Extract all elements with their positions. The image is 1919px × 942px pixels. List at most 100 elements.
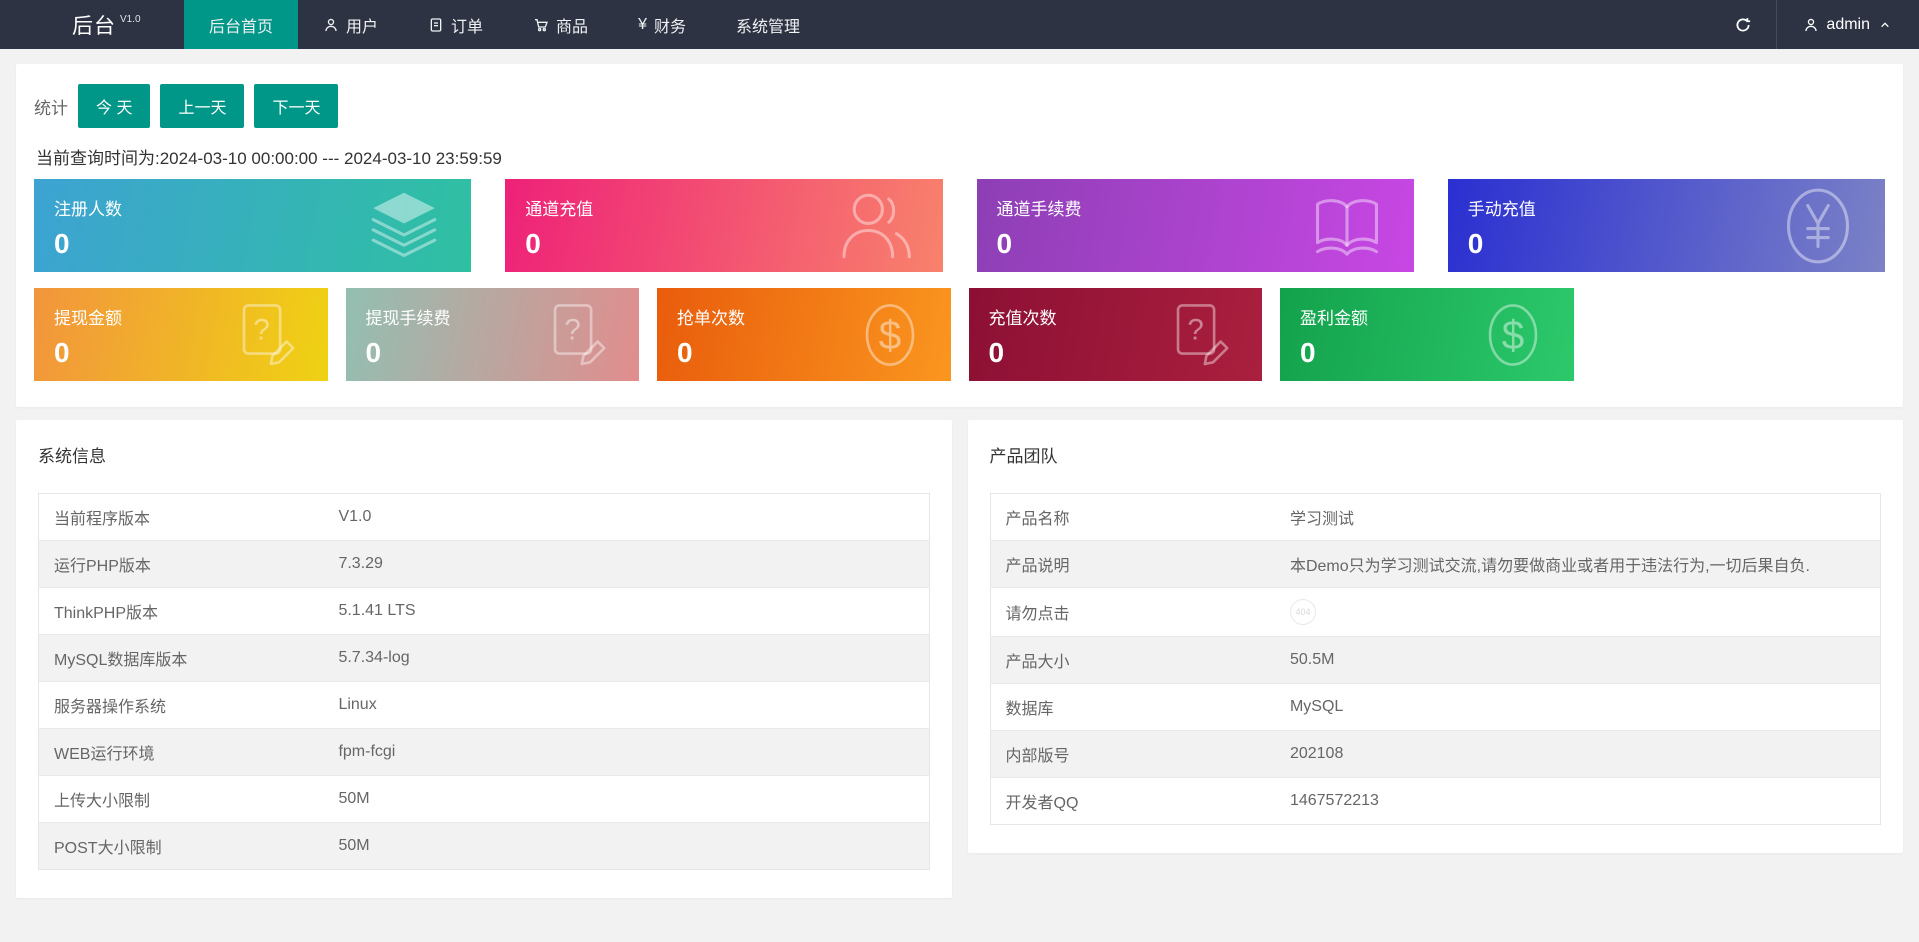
table-row: MySQL数据库版本 5.7.34-log bbox=[38, 634, 929, 682]
nav-item-orders[interactable]: 订单 bbox=[403, 0, 508, 49]
row-value: fpm-fcgi bbox=[323, 728, 929, 776]
user-icon bbox=[1805, 18, 1818, 31]
nav-item-label: 后台首页 bbox=[209, 18, 274, 36]
stat-card-profit-amount: 盈利金额 0 $ bbox=[1280, 288, 1574, 381]
book-icon bbox=[1306, 185, 1388, 267]
row-label: WEB运行环境 bbox=[38, 728, 324, 776]
row-value: 404 bbox=[1274, 587, 1881, 637]
yen-icon: ¥ bbox=[638, 15, 647, 33]
table-row: 产品说明 本Demo只为学习测试交流,请勿要做商业或者用于违法行为,一切后果自负. bbox=[990, 540, 1881, 588]
nav-item-label: 订单 bbox=[451, 18, 484, 36]
table-row: WEB运行环境 fpm-fcgi bbox=[38, 728, 929, 776]
nav-item-finance[interactable]: ¥ 财务 bbox=[613, 0, 711, 49]
row-value: 202108 bbox=[1274, 730, 1881, 778]
row-value: 学习测试 bbox=[1274, 493, 1881, 541]
row-label: POST大小限制 bbox=[54, 840, 162, 857]
navbar-right: admin bbox=[1710, 0, 1919, 49]
app-title: 后台 bbox=[72, 14, 116, 38]
doc-question-icon: ? bbox=[232, 300, 302, 370]
table-row: 服务器操作系统 Linux bbox=[38, 681, 929, 729]
nav-item-system[interactable]: 系统管理 bbox=[711, 0, 825, 49]
stat-cards-row-1: 注册人数 0 通道充值 0 通道手续费 0 手动充值 0 bbox=[34, 179, 1885, 272]
today-button[interactable]: 今 天 bbox=[78, 84, 151, 128]
stats-panel: 统计 今 天 上一天 下一天 当前查询时间为:2024-03-10 00:00:… bbox=[16, 64, 1903, 407]
nav-item-home[interactable]: 后台首页 bbox=[184, 0, 299, 49]
refresh-button[interactable] bbox=[1710, 0, 1776, 49]
stat-card-channel-fee: 通道手续费 0 bbox=[976, 179, 1414, 272]
table-row: 运行PHP版本 7.3.29 bbox=[38, 540, 929, 588]
row-value: 5.7.34-log bbox=[323, 634, 929, 682]
row-label: MySQL数据库版本 bbox=[38, 634, 324, 682]
svg-text:$: $ bbox=[878, 312, 901, 358]
table-row: 内部版号 202108 bbox=[990, 730, 1881, 778]
row-value: 1467572213 bbox=[1289, 792, 1379, 809]
query-time-text: 当前查询时间为:2024-03-10 00:00:00 --- 2024-03-… bbox=[36, 149, 502, 168]
row-label: 当前程序版本 bbox=[38, 493, 324, 541]
stat-card-registered-users: 注册人数 0 bbox=[34, 179, 472, 272]
row-value: 本Demo只为学习测试交流,请勿要做商业或者用于违法行为,一切后果自负. bbox=[1274, 540, 1881, 588]
next-day-button[interactable]: 下一天 bbox=[254, 84, 339, 128]
users-icon bbox=[835, 185, 917, 267]
product-team-table: 产品名称 学习测试 产品说明 本Demo只为学习测试交流,请勿要做商业或者用于违法行… bbox=[989, 493, 1881, 825]
row-label: 运行PHP版本 bbox=[38, 540, 324, 588]
document-icon bbox=[430, 17, 442, 32]
row-label: 开发者QQ bbox=[1005, 795, 1079, 812]
row-label: 上传大小限制 bbox=[38, 775, 324, 823]
nav-item-label: 财务 bbox=[653, 18, 686, 36]
table-row: 开发者QQ 1467572213 bbox=[990, 778, 1881, 825]
username: admin bbox=[1826, 15, 1870, 33]
svg-text:$: $ bbox=[1501, 312, 1524, 358]
chevron-up-icon bbox=[1881, 21, 1889, 27]
nav-item-products[interactable]: 商品 bbox=[508, 0, 613, 49]
dollar-circle-icon: $ bbox=[1478, 300, 1548, 370]
user-menu[interactable]: admin bbox=[1777, 0, 1919, 49]
row-value: 5.1.41 LTS bbox=[323, 587, 929, 635]
row-value: V1.0 bbox=[323, 493, 929, 541]
previous-day-button[interactable]: 上一天 bbox=[160, 84, 245, 128]
main-menu: 后台首页 用户 订单 商品 ¥ 财务 系统管理 bbox=[184, 0, 825, 49]
dollar-circle-icon: $ bbox=[855, 300, 925, 370]
system-info-panel: 系统信息 当前程序版本 V1.0 运行PHP版本 7.3.29 ThinkPHP版本… bbox=[16, 420, 952, 898]
table-row: 请勿点击 404 bbox=[990, 587, 1881, 637]
row-value: MySQL bbox=[1274, 683, 1881, 731]
user-icon bbox=[325, 18, 337, 31]
row-value: Linux bbox=[323, 681, 929, 729]
product-team-panel: 产品团队 产品名称 学习测试 产品说明 本Demo只为学习测试交流,请勿要做商业或者… bbox=[967, 420, 1903, 853]
doc-question-icon: ? bbox=[1166, 300, 1236, 370]
table-row: 产品大小 50.5M bbox=[990, 636, 1881, 684]
app-logo[interactable]: 后台 V1.0 bbox=[0, 0, 184, 49]
table-row: ThinkPHP版本 5.1.41 LTS bbox=[38, 587, 929, 635]
row-label: 产品名称 bbox=[990, 493, 1275, 541]
main-content: 统计 今 天 上一天 下一天 当前查询时间为:2024-03-10 00:00:… bbox=[0, 49, 1919, 898]
stat-card-grab-orders: 抢单次数 0 $ bbox=[657, 288, 951, 381]
row-value: 50.5M bbox=[1274, 636, 1881, 684]
table-row: 上传大小限制 50M bbox=[38, 775, 929, 823]
row-value: 50M bbox=[323, 775, 929, 823]
top-navbar: 后台 V1.0 后台首页 用户 订单 商品 ¥ 财务 系统管理 admin bbox=[0, 0, 1919, 49]
layers-icon bbox=[363, 185, 445, 267]
row-label: 产品说明 bbox=[990, 540, 1275, 588]
row-label: 服务器操作系统 bbox=[38, 681, 324, 729]
nav-item-users[interactable]: 用户 bbox=[298, 0, 403, 49]
row-label: 内部版号 bbox=[990, 730, 1275, 778]
nav-item-label: 商品 bbox=[556, 18, 589, 36]
table-row: POST大小限制 50M bbox=[38, 822, 929, 870]
nav-item-label: 系统管理 bbox=[735, 18, 800, 36]
stat-card-withdraw-amount: 提现金额 0 ? bbox=[34, 288, 328, 381]
stat-card-manual-recharge: 手动充值 0 bbox=[1447, 179, 1885, 272]
table-row: 数据库 MySQL bbox=[990, 683, 1881, 731]
cart-icon bbox=[535, 18, 548, 31]
do-not-click-badge[interactable]: 404 bbox=[1289, 599, 1316, 625]
system-info-title: 系统信息 bbox=[38, 447, 106, 466]
app-version: V1.0 bbox=[120, 14, 141, 25]
row-value: 50M bbox=[338, 837, 370, 854]
doc-question-icon: ? bbox=[543, 300, 613, 370]
refresh-icon bbox=[1736, 17, 1751, 31]
yen-circle-icon bbox=[1777, 185, 1859, 267]
stat-card-withdraw-fee: 提现手续费 0 ? bbox=[345, 288, 639, 381]
stat-card-recharge-count: 充值次数 0 ? bbox=[968, 288, 1262, 381]
table-row: 产品名称 学习测试 bbox=[990, 493, 1881, 541]
stat-cards-row-2: 提现金额 0 ? 提现手续费 0 ? 抢单次数 0 $ 充值次数 0 ? 盈利金… bbox=[34, 288, 1885, 381]
row-label: 产品大小 bbox=[990, 636, 1275, 684]
nav-item-label: 用户 bbox=[346, 18, 379, 36]
